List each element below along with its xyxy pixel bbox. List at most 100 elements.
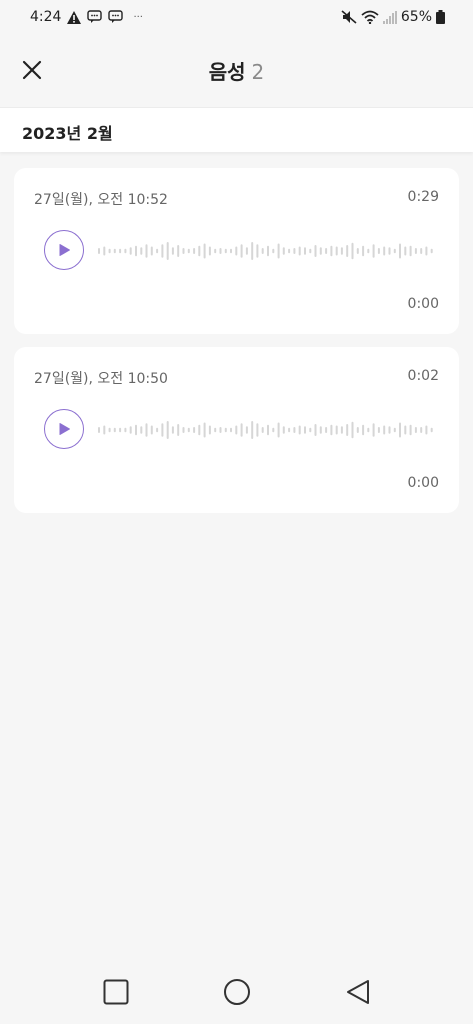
waveform-bar [135, 245, 137, 257]
waveform-bar [298, 246, 301, 256]
waveform-bar [319, 426, 322, 434]
waveform-bar [282, 426, 285, 434]
waveform-bar [240, 244, 243, 258]
waveform-bar [356, 427, 359, 433]
status-time: 4:24 [30, 9, 62, 25]
waveform-bar [251, 421, 254, 439]
waveform-bar [367, 248, 370, 254]
waveform-bar [261, 248, 264, 254]
waveform-bar [135, 424, 137, 436]
waveform-bar [362, 245, 365, 257]
play-icon [59, 423, 70, 435]
home-button[interactable] [221, 976, 253, 1008]
waveform-bar [314, 424, 317, 436]
waveform-bar [409, 245, 412, 257]
waveform-bar [140, 247, 143, 255]
waveform-bar [267, 245, 269, 257]
battery-icon [436, 10, 445, 24]
status-right: 65% [341, 9, 445, 25]
waveform-bar [351, 242, 354, 260]
waveform-bar [346, 245, 349, 257]
waveform-bar [356, 248, 359, 254]
waveform-bar [240, 423, 243, 437]
waveform-bar [404, 246, 407, 256]
waveform-bar [282, 247, 285, 255]
waveform-bar [230, 248, 232, 254]
waveform-bar [256, 423, 259, 437]
waveform-bar [277, 243, 280, 259]
waveform-bar [119, 427, 122, 433]
recording-count: 2 [251, 60, 265, 84]
waveform-bar [177, 424, 180, 436]
waveform-bar [377, 427, 380, 433]
waveform-bar [420, 248, 423, 254]
waveform-bar [304, 426, 306, 434]
waveform-bar [224, 248, 227, 254]
waveform-bar [198, 245, 201, 257]
waveform-bar [113, 248, 116, 254]
waveform-bar [129, 426, 132, 434]
chat-icon [87, 10, 103, 24]
waveform-bar [235, 246, 238, 256]
waveform-bar [399, 243, 401, 259]
waveform-bar [399, 422, 401, 438]
waveform-bar [98, 427, 100, 433]
waveform-bar [187, 248, 190, 254]
waveform-bar [108, 427, 111, 433]
system-nav-bar [0, 960, 473, 1024]
waveform-bar [145, 423, 148, 437]
more-notifications-icon: ··· [133, 11, 143, 23]
waveform-bar [113, 427, 116, 433]
waveform-bar [383, 246, 386, 256]
recording-card[interactable]: 27일(월), 오전 10:50 0:02 0:00 [14, 347, 459, 513]
waveform-bar [166, 242, 169, 260]
play-button[interactable] [44, 230, 84, 270]
status-bar: 4:24 ··· 65% [0, 0, 473, 34]
waveform-bar [171, 426, 174, 434]
waveform-bar [288, 248, 291, 254]
waveform-bar [187, 427, 190, 433]
waveform-bar [245, 247, 248, 255]
waveform-bar [325, 427, 328, 433]
waveform-bar [340, 426, 343, 434]
elapsed-time: 0:00 [407, 296, 439, 312]
waveform-bar [388, 426, 391, 434]
recording-duration: 0:29 [407, 189, 439, 205]
waveform-bar [171, 247, 174, 255]
waveform-bar [256, 244, 259, 258]
waveform-bar [372, 244, 375, 258]
wifi-icon [361, 10, 379, 24]
waveform-bar [277, 422, 280, 438]
waveform-bar [119, 248, 122, 254]
signal-icon [382, 10, 397, 24]
waveform-bar [98, 248, 100, 254]
waveform-bar [150, 246, 153, 256]
waveform-bar [309, 427, 312, 433]
waveform-bar [272, 427, 275, 433]
waveform-bar [230, 427, 232, 433]
waveform-bar [393, 427, 396, 433]
waveform-bar [219, 427, 222, 433]
waveform-bar [140, 426, 143, 434]
waveform-bar [388, 247, 391, 255]
waveform-bar [251, 242, 254, 260]
waveform-bar [177, 245, 180, 257]
waveform-bar [124, 427, 127, 433]
triangle-back-icon [347, 980, 369, 1004]
waveform-bar [425, 246, 428, 256]
waveform-bar [430, 427, 433, 433]
waveform-bar [129, 247, 132, 255]
waveform-bar [145, 244, 148, 258]
recording-duration: 0:02 [407, 368, 439, 384]
waveform[interactable] [98, 240, 436, 262]
recording-card[interactable]: 27일(월), 오전 10:52 0:29 0:00 [14, 168, 459, 334]
back-button[interactable] [342, 976, 374, 1008]
play-button[interactable] [44, 409, 84, 449]
waveform-bar [293, 427, 296, 433]
page-title: 음성 2 [0, 56, 473, 85]
mute-icon [341, 10, 357, 24]
waveform-bar [124, 248, 127, 254]
recents-button[interactable] [100, 976, 132, 1008]
waveform[interactable] [98, 419, 436, 441]
waveform-bar [335, 425, 338, 435]
